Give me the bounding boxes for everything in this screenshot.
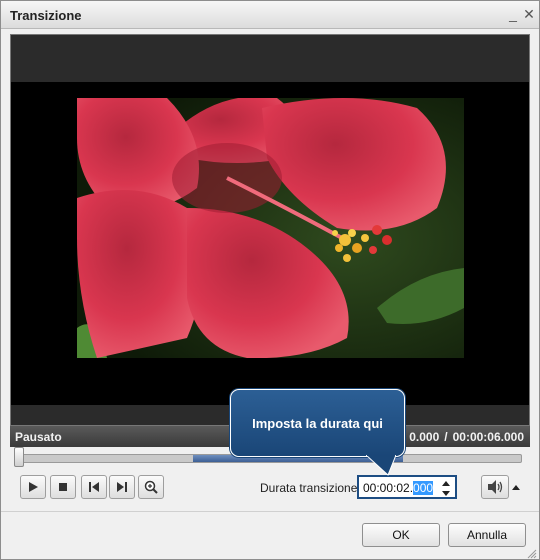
triangle-up-icon bbox=[512, 484, 520, 490]
preview-image bbox=[77, 98, 464, 358]
video-frame bbox=[11, 82, 529, 405]
callout-text: Imposta la durata qui bbox=[252, 416, 383, 431]
title-bar[interactable]: Transizione _ ✕ bbox=[1, 1, 539, 29]
speaker-icon bbox=[488, 480, 503, 494]
resize-grip-icon[interactable] bbox=[527, 549, 537, 559]
time-separator: / bbox=[444, 430, 448, 444]
next-icon bbox=[117, 482, 127, 492]
triangle-down-icon bbox=[442, 490, 450, 496]
callout-tooltip: Imposta la durata qui bbox=[230, 389, 405, 457]
duration-spin-up[interactable] bbox=[439, 478, 453, 488]
total-time: 00:00:06.000 bbox=[452, 430, 524, 444]
next-button[interactable] bbox=[109, 475, 135, 499]
timeline-handle[interactable] bbox=[14, 447, 24, 467]
current-time: 0.000 bbox=[409, 430, 440, 444]
previous-icon bbox=[89, 482, 99, 492]
play-button[interactable] bbox=[20, 475, 46, 499]
duration-value: 00:00:02. bbox=[363, 481, 414, 495]
hibiscus-flower-image bbox=[77, 98, 464, 358]
minimize-button[interactable]: _ bbox=[506, 6, 520, 22]
volume-button[interactable] bbox=[481, 475, 509, 499]
stop-button[interactable] bbox=[50, 475, 76, 499]
playback-status: Pausato bbox=[15, 430, 62, 444]
duration-label: Durata transizione: bbox=[260, 481, 361, 495]
zoom-in-icon bbox=[144, 480, 158, 494]
zoom-button[interactable] bbox=[138, 475, 164, 499]
triangle-up-icon bbox=[442, 480, 450, 486]
video-preview bbox=[10, 34, 530, 426]
play-icon bbox=[29, 482, 38, 492]
stop-icon bbox=[59, 483, 67, 491]
window-title: Transizione bbox=[10, 8, 82, 23]
cancel-button[interactable]: Annulla bbox=[448, 523, 526, 547]
time-readout: 0.000 / 00:00:06.000 bbox=[409, 430, 524, 444]
footer-divider bbox=[1, 511, 539, 512]
previous-button[interactable] bbox=[81, 475, 107, 499]
duration-selected-part: 000 bbox=[413, 481, 434, 495]
ok-button[interactable]: OK bbox=[362, 523, 440, 547]
callout-pointer bbox=[366, 455, 396, 476]
close-button[interactable]: ✕ bbox=[522, 6, 536, 22]
volume-menu-button[interactable] bbox=[510, 482, 522, 492]
transition-dialog: Transizione _ ✕ Pausato 0.000 / 00:00:06… bbox=[0, 0, 540, 560]
duration-spin-down[interactable] bbox=[439, 488, 453, 498]
